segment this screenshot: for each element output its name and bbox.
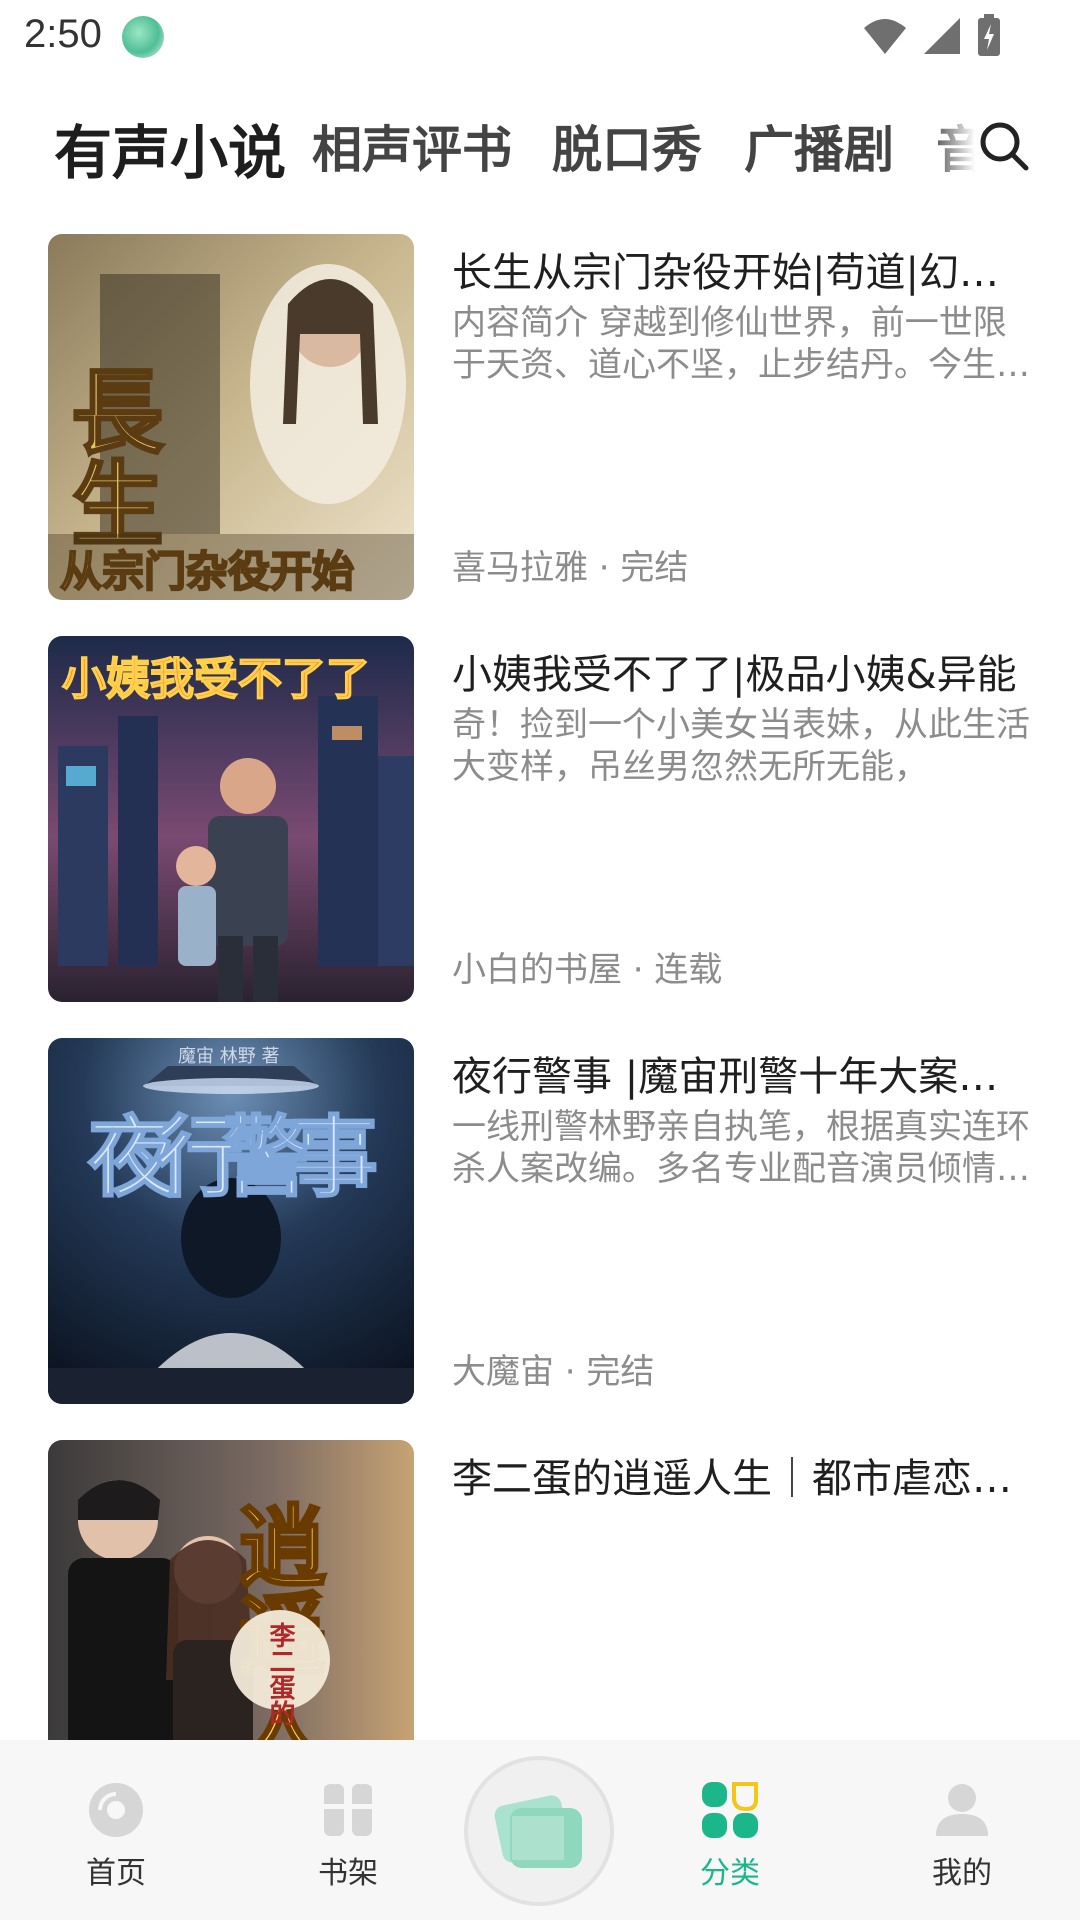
cover-badge-text: 李二蛋的: [265, 1622, 296, 1726]
search-icon[interactable]: [976, 118, 1032, 174]
book-item[interactable]: 魔宙 林野 著 夜行警事 夜行警事 |魔宙刑警十年大案实录 一线刑警林野亲自执笔…: [0, 1034, 1080, 1404]
cover-subtitle-text: 从宗门杂役开始: [60, 547, 354, 596]
cover-title-text: 夜行警事: [87, 1105, 378, 1209]
book-title: 长生从宗门杂役开始|苟道|幻想|修仙|穿越: [452, 250, 1032, 296]
status-icons: [862, 14, 1002, 58]
book-meta: 大魔宙 · 完结: [452, 1352, 655, 1392]
book-title: 夜行警事 |魔宙刑警十年大案实录: [452, 1054, 1032, 1100]
book-cover: 長生 从宗门杂役开始: [48, 234, 414, 600]
nav-home[interactable]: 首页: [56, 1780, 176, 1900]
book-description: 一线刑警林野亲自执笔，根据真实连环杀人案改编。多名专业配音演员倾情演绎: [452, 1107, 1030, 1189]
cover-title-text: 長生: [56, 364, 164, 548]
book-description: 奇！捡到一个小美女当表妹，从此生活大变样，吊丝男忽然无所无能，: [452, 705, 1030, 787]
book-title: 李二蛋的逍遥人生｜都市虐恋｜豪门: [452, 1456, 1032, 1502]
book-meta: 喜马拉雅 · 完结: [452, 548, 689, 588]
now-playing-button[interactable]: [464, 1756, 614, 1906]
nav-profile-label: 我的: [932, 1856, 992, 1891]
tab-talk-show[interactable]: 脱口秀: [552, 110, 702, 182]
wifi-icon: [864, 19, 906, 54]
book-meta: 小白的书屋 · 连载: [452, 950, 723, 990]
status-time: 2:50: [24, 12, 102, 56]
nav-category-label: 分类: [700, 1856, 760, 1891]
book-item[interactable]: 小姨我受不了了 小姨我受不了了|极品小姨&异能 奇！捡到一个小美女当表妹，从此生…: [0, 632, 1080, 1002]
book-cover: 小姨我受不了了: [48, 636, 414, 1002]
nav-bookshelf[interactable]: 书架: [288, 1780, 408, 1900]
book-cover: 逍遥人生 李二蛋的: [48, 1440, 414, 1740]
bottom-nav: 首页 书架 分类 我的: [0, 1740, 1080, 1920]
disc-icon: [89, 1783, 143, 1837]
category-grid-icon: [702, 1782, 758, 1838]
book-list: 長生 从宗门杂役开始 长生从宗门杂役开始|苟道|幻想|修仙|穿越 内容简介 穿越…: [0, 230, 1080, 1740]
now-playing-icon: [494, 1795, 582, 1868]
bookshelf-icon: [324, 1784, 372, 1836]
battery-charging-icon: [978, 14, 1000, 56]
status-bar: 2:50: [0, 0, 1080, 72]
app-notification-icon: [122, 16, 164, 58]
book-title: 小姨我受不了了|极品小姨&异能: [452, 652, 1017, 698]
nav-bookshelf-label: 书架: [318, 1856, 378, 1891]
book-item[interactable]: 長生 从宗门杂役开始 长生从宗门杂役开始|苟道|幻想|修仙|穿越 内容简介 穿越…: [0, 230, 1080, 600]
cover-header-text: 魔宙 林野 著: [178, 1046, 279, 1067]
nav-profile[interactable]: 我的: [902, 1780, 1022, 1900]
tab-crosstalk[interactable]: 相声评书: [312, 110, 512, 182]
nav-home-label: 首页: [86, 1856, 146, 1891]
nav-category[interactable]: 分类: [670, 1780, 790, 1900]
category-tabs: 有声小说 相声评书 脱口秀 广播剧 音: [0, 96, 1080, 196]
profile-icon: [936, 1784, 988, 1836]
tab-radio-drama[interactable]: 广播剧: [744, 110, 894, 182]
book-description: 内容简介 穿越到修仙世界，前一世限于天资、道心不坚，止步结丹。今生重来: [452, 303, 1030, 385]
signal-icon: [924, 18, 960, 54]
book-cover: 魔宙 林野 著 夜行警事: [48, 1038, 414, 1404]
tab-audio-novel[interactable]: 有声小说: [54, 106, 286, 190]
cover-title-text: 小姨我受不了了: [62, 654, 370, 705]
book-item[interactable]: 逍遥人生 李二蛋的 李二蛋的逍遥人生｜都市虐恋｜豪门: [0, 1436, 1080, 1740]
